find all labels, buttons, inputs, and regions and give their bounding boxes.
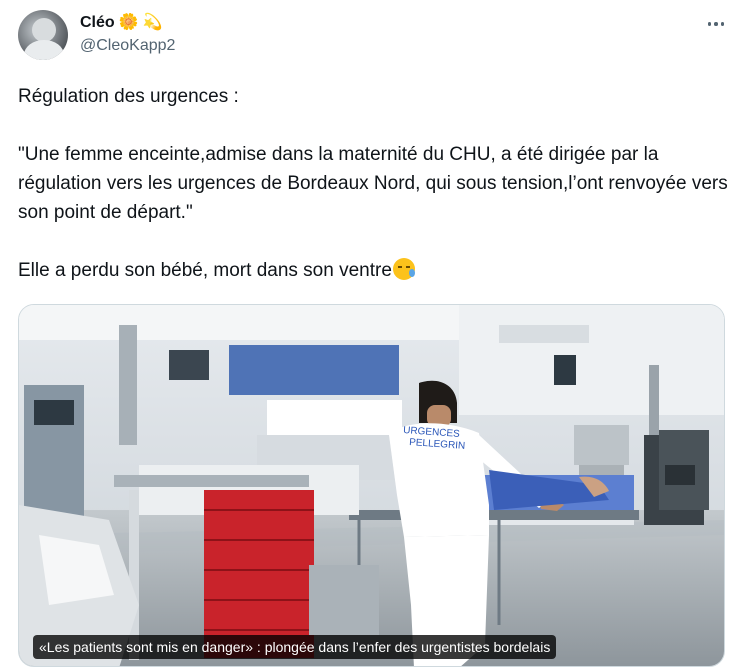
dizzy-star-emoji-icon: 💫 [142, 14, 163, 31]
avatar-body [24, 40, 64, 60]
avatar[interactable] [18, 10, 68, 60]
blossom-emoji-icon: 🌼 [118, 14, 139, 31]
more-dot-icon [714, 22, 718, 26]
crying-face-icon [392, 258, 415, 280]
tear-shape [408, 269, 415, 277]
link-card-title[interactable]: «Les patients sont mis en danger» : plon… [33, 635, 557, 659]
tweet-last-text: Elle a perdu son bébé, mort dans son ven… [18, 260, 392, 281]
tweet-text: Régulation des urgences : "Une femme enc… [18, 82, 728, 285]
hospital-photo: URGENCESPELLEGRIN [19, 305, 724, 666]
name-row: Cléo 🌼 💫 [80, 12, 163, 34]
tweet-card: Cléo 🌼 💫 @CleoKapp2 Régulation des urgen… [0, 0, 746, 667]
tweet-header: Cléo 🌼 💫 @CleoKapp2 [18, 10, 728, 62]
more-options-button[interactable] [704, 14, 728, 34]
tweet-line-quote: "Une femme enceinte,admise dans la mater… [18, 144, 734, 223]
user-handle[interactable]: @CleoKapp2 [80, 37, 175, 55]
tweet-line-title: Régulation des urgences : [18, 86, 239, 107]
more-dot-icon [720, 22, 725, 26]
tweet-line-last: Elle a perdu son bébé, mort dans son ven… [18, 256, 728, 285]
more-dot-icon [707, 22, 712, 26]
avatar-head [32, 18, 56, 42]
link-card-image[interactable]: URGENCES PELLEGRIN «Les patients sont mis… [18, 304, 725, 667]
display-name[interactable]: Cléo [80, 14, 115, 32]
